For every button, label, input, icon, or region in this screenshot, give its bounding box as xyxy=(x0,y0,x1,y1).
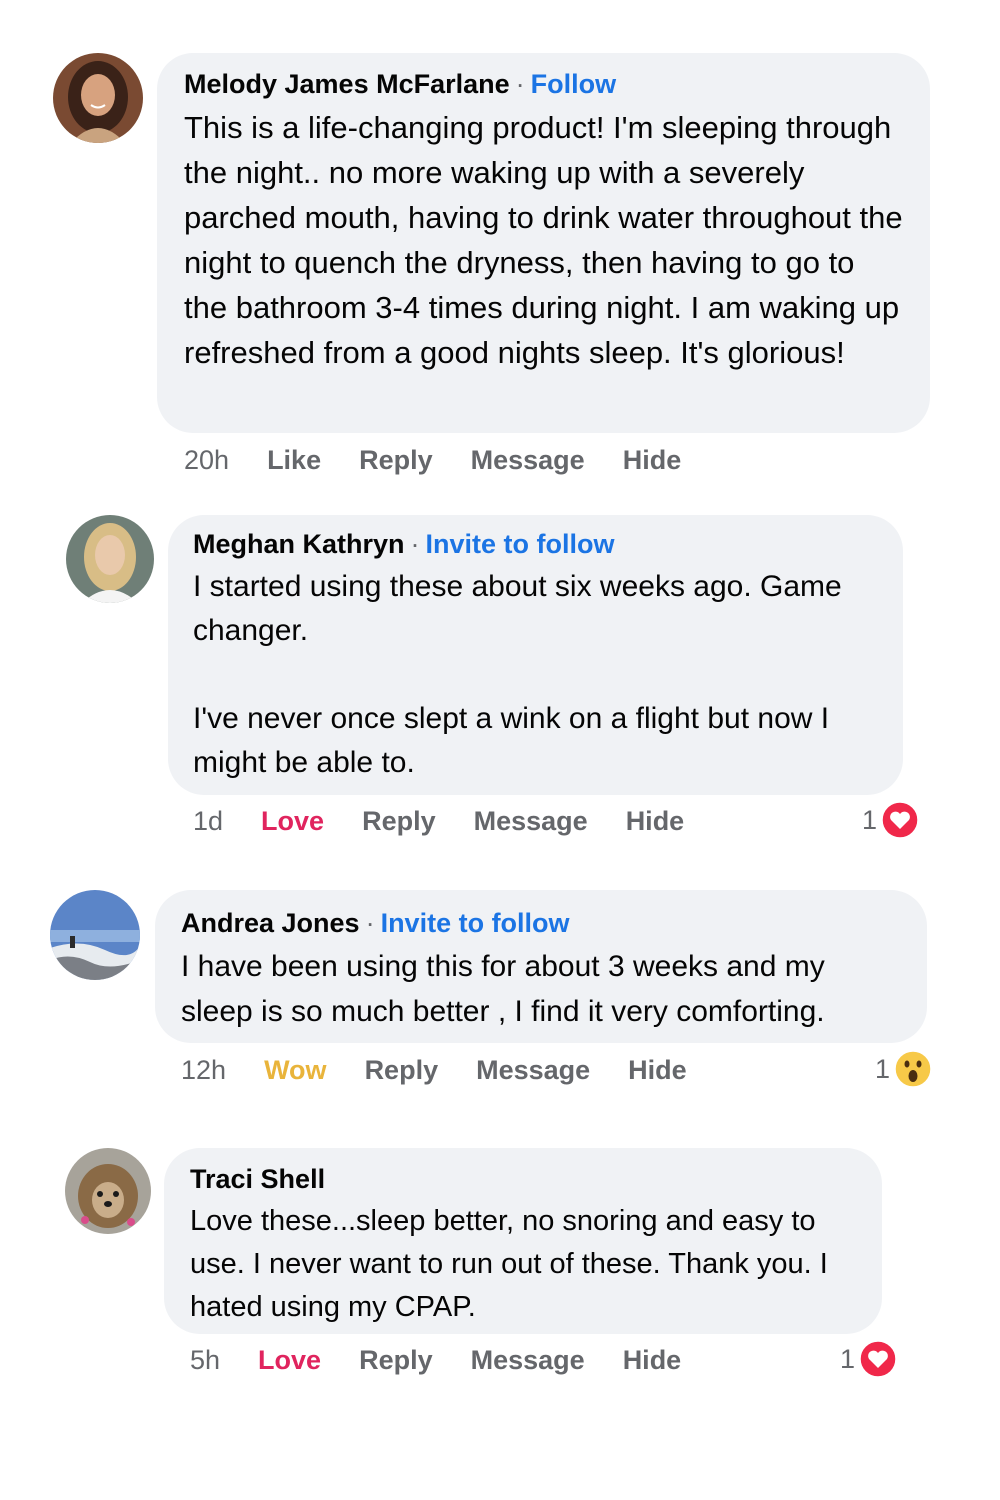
comment-text: I have been using this for about 3 weeks… xyxy=(181,944,903,1034)
wow-face-icon xyxy=(894,1050,932,1088)
comment-actions: 5h Love Reply Message Hide xyxy=(190,1345,719,1376)
hide-button[interactable]: Hide xyxy=(623,445,682,476)
reaction-count: 1 xyxy=(840,1343,856,1374)
comment-bubble: Melody James McFarlane · Follow This is a … xyxy=(157,53,930,433)
timestamp[interactable]: 20h xyxy=(184,445,229,476)
separator-dot: · xyxy=(515,69,525,99)
heart-icon xyxy=(881,801,919,839)
avatar[interactable] xyxy=(66,515,154,603)
comment-bubble: Meghan Kathryn · Invite to follow I starte… xyxy=(168,515,903,795)
comment-paragraph: I started using these about six weeks ag… xyxy=(193,570,842,647)
comment-header: Andrea Jones · Invite to follow xyxy=(181,906,903,940)
message-button[interactable]: Message xyxy=(471,1345,585,1376)
comment-text: I started using these about six weeks ag… xyxy=(193,565,879,785)
reply-button[interactable]: Reply xyxy=(359,445,433,476)
comment-paragraph: Love these...sleep better, no snoring an… xyxy=(190,1205,828,1323)
avatar[interactable] xyxy=(53,53,143,143)
follow-link[interactable]: Follow xyxy=(531,69,616,99)
reply-button[interactable]: Reply xyxy=(365,1055,439,1086)
comment-paragraph: I have been using this for about 3 weeks… xyxy=(181,950,825,1028)
love-button[interactable]: Love xyxy=(261,806,324,837)
love-button[interactable]: Love xyxy=(258,1345,321,1376)
author-name[interactable]: Andrea Jones xyxy=(181,908,360,938)
comment-header: Meghan Kathryn · Invite to follow xyxy=(193,527,879,561)
wow-button[interactable]: Wow xyxy=(264,1055,327,1086)
hide-button[interactable]: Hide xyxy=(626,806,685,837)
author-name[interactable]: Traci Shell xyxy=(190,1164,325,1194)
avatar[interactable] xyxy=(65,1148,151,1234)
reaction-summary[interactable]: 1 xyxy=(875,1050,932,1088)
reaction-summary[interactable]: 1 xyxy=(862,801,919,839)
timestamp[interactable]: 5h xyxy=(190,1345,220,1376)
reaction-count: 1 xyxy=(875,1053,891,1084)
comment-actions: 1d Love Reply Message Hide xyxy=(193,806,722,837)
like-button[interactable]: Like xyxy=(267,445,321,476)
reaction-count: 1 xyxy=(862,804,878,835)
hide-button[interactable]: Hide xyxy=(623,1345,682,1376)
hide-button[interactable]: Hide xyxy=(628,1055,687,1086)
invite-to-follow-link[interactable]: Invite to follow xyxy=(426,529,615,559)
comment-text: Love these...sleep better, no snoring an… xyxy=(190,1200,862,1329)
comment-header: Melody James McFarlane · Follow xyxy=(184,67,904,101)
comment-paragraph: I've never once slept a wink on a flight… xyxy=(193,702,830,779)
comment-header: Traci Shell xyxy=(190,1162,862,1196)
avatar[interactable] xyxy=(50,890,140,980)
reply-button[interactable]: Reply xyxy=(362,806,436,837)
separator-dot: · xyxy=(365,908,375,938)
comment-bubble: Andrea Jones · Invite to follow I have bee… xyxy=(155,890,927,1043)
author-name[interactable]: Melody James McFarlane xyxy=(184,69,510,99)
timestamp[interactable]: 1d xyxy=(193,806,223,837)
comment-bubble: Traci Shell Love these...sleep better, n… xyxy=(164,1148,882,1334)
message-button[interactable]: Message xyxy=(474,806,588,837)
message-button[interactable]: Message xyxy=(471,445,585,476)
comment-paragraph: This is a life-changing product! I'm sle… xyxy=(184,110,903,370)
heart-icon xyxy=(859,1340,897,1378)
separator-dot: · xyxy=(410,529,420,559)
reaction-summary[interactable]: 1 xyxy=(840,1340,897,1378)
author-name[interactable]: Meghan Kathryn xyxy=(193,529,405,559)
timestamp[interactable]: 12h xyxy=(181,1055,226,1086)
message-button[interactable]: Message xyxy=(476,1055,590,1086)
invite-to-follow-link[interactable]: Invite to follow xyxy=(381,908,570,938)
comment-actions: 20h Like Reply Message Hide xyxy=(184,445,719,476)
comment-actions: 12h Wow Reply Message Hide xyxy=(181,1055,725,1086)
comment-text: This is a life-changing product! I'm sle… xyxy=(184,105,904,375)
reply-button[interactable]: Reply xyxy=(359,1345,433,1376)
